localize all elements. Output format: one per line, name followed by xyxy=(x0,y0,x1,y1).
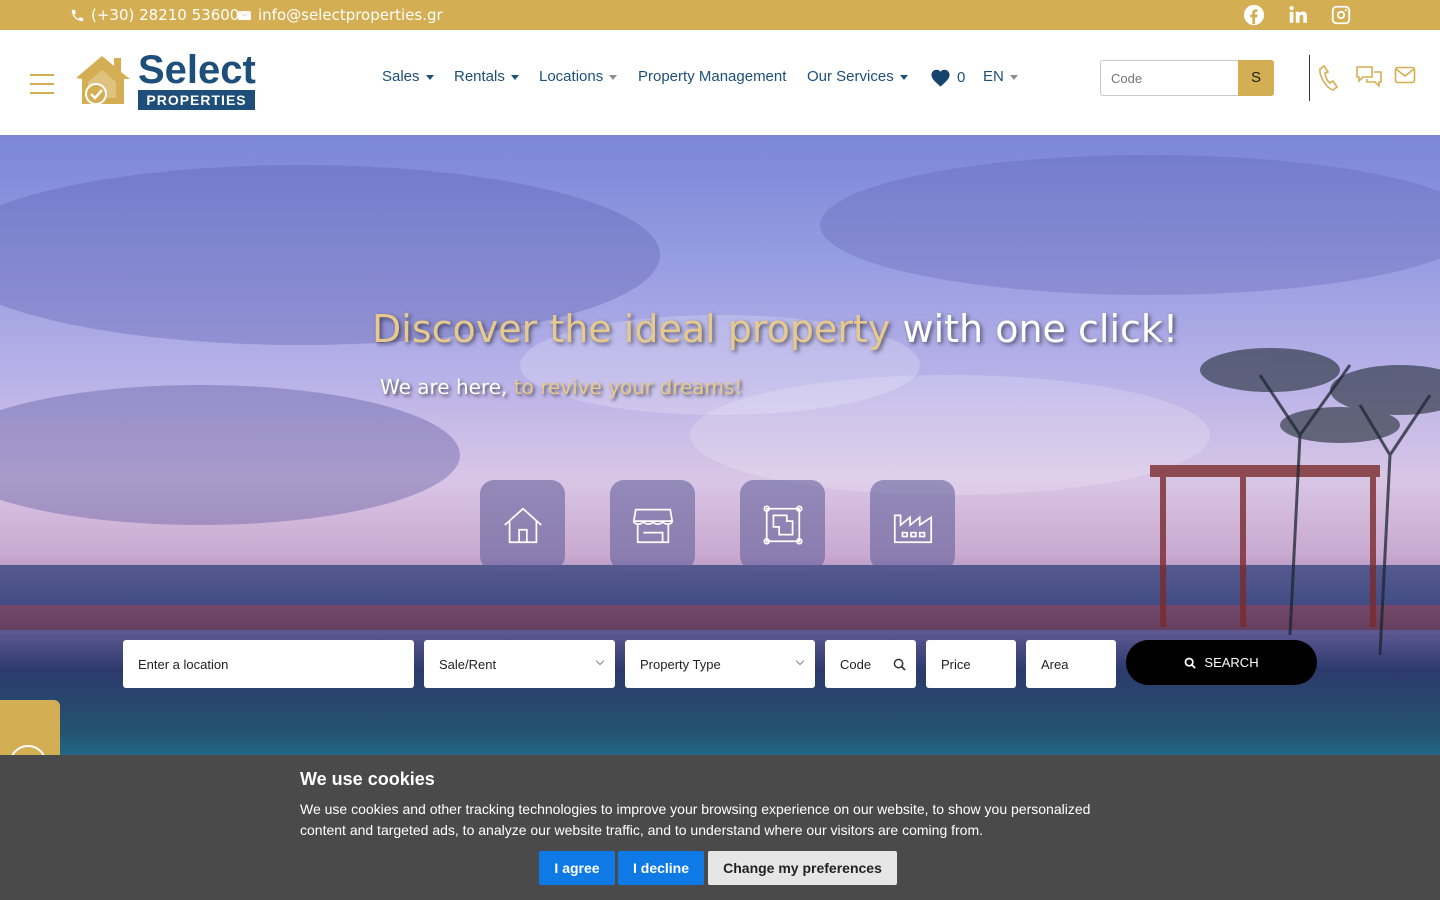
cookie-preferences-button[interactable]: Change my preferences xyxy=(708,851,897,885)
accessibility-icon xyxy=(9,745,47,783)
facebook-link[interactable] xyxy=(1243,4,1265,26)
code-input[interactable]: Code xyxy=(825,640,916,688)
select-properties-logo[interactable]: Select PROPERTIES xyxy=(74,48,258,112)
property-type-house-button[interactable] xyxy=(480,480,565,570)
favorites-button[interactable]: 0 xyxy=(930,68,965,87)
nav-locations[interactable]: Locations xyxy=(539,68,618,85)
nav-property-management[interactable]: Property Management xyxy=(638,68,786,85)
email-link[interactable]: info@selectproperties.gr xyxy=(237,0,443,30)
search-button[interactable]: SEARCH xyxy=(1126,640,1317,685)
nav-sales[interactable]: Sales xyxy=(382,68,434,85)
language-selector[interactable]: EN xyxy=(983,68,1018,85)
phone-link[interactable]: (+30) 28210 53600 xyxy=(70,0,239,30)
email-button[interactable] xyxy=(1394,64,1416,91)
favorites-count: 0 xyxy=(957,69,966,86)
chevron-down-icon xyxy=(595,656,605,666)
caret-down-icon xyxy=(425,74,434,80)
house-icon xyxy=(503,507,542,544)
sale-rent-value: Sale/Rent xyxy=(439,656,497,672)
header-code-search-input[interactable] xyxy=(1100,60,1238,96)
logo-subtitle: PROPERTIES xyxy=(138,90,255,110)
plot-icon xyxy=(762,505,803,545)
search-icon xyxy=(1185,657,1197,669)
email-address: info@selectproperties.gr xyxy=(258,6,443,24)
hero-subtitle: We are here, to revive your dreams! xyxy=(380,375,742,399)
sale-rent-select[interactable]: Sale/Rent xyxy=(424,640,615,688)
search-button-label: SEARCH xyxy=(1204,655,1259,670)
nav-sales-label: Sales xyxy=(382,68,420,85)
caret-down-icon xyxy=(899,74,908,80)
nav-locations-label: Locations xyxy=(539,68,604,85)
chat-button[interactable] xyxy=(1355,64,1383,95)
accessibility-tab[interactable] xyxy=(0,700,60,783)
chat-bubbles-icon xyxy=(1356,66,1382,88)
location-placeholder: Enter a location xyxy=(138,656,229,672)
area-input[interactable]: Area xyxy=(1026,640,1116,688)
phone-icon xyxy=(71,9,84,21)
linkedin-icon xyxy=(1289,6,1307,23)
phone-outline-icon xyxy=(1319,64,1339,91)
hero-subtitle-start: We are here, xyxy=(380,375,514,399)
hero-title: Discover the ideal property with one cli… xyxy=(372,307,1178,351)
chevron-down-icon xyxy=(795,656,805,666)
property-type-value: Property Type xyxy=(640,656,721,672)
envelope-outline-icon xyxy=(1394,66,1416,84)
cookie-agree-button[interactable]: I agree xyxy=(539,851,615,885)
cookie-consent-banner: We use cookies We use cookies and other … xyxy=(0,755,1440,900)
nav-our-services[interactable]: Our Services xyxy=(807,68,908,85)
property-type-industrial-button[interactable] xyxy=(870,480,955,570)
cookie-title: We use cookies xyxy=(300,769,435,789)
hero-title-highlight: Discover the ideal property xyxy=(372,307,903,351)
nav-rentals-label: Rentals xyxy=(454,68,505,85)
instagram-link[interactable] xyxy=(1330,4,1352,26)
hero-subtitle-highlight: to revive your dreams! xyxy=(513,375,743,399)
property-type-select[interactable]: Property Type xyxy=(625,640,815,688)
top-contact-bar: (+30) 28210 53600 info@selectproperties.… xyxy=(0,0,1440,30)
nav-property-management-label: Property Management xyxy=(638,68,787,85)
price-placeholder: Price xyxy=(941,656,971,672)
heart-icon xyxy=(931,69,950,87)
phone-number: (+30) 28210 53600 xyxy=(91,6,240,24)
hero-title-rest: with one click! xyxy=(902,307,1179,351)
header-code-search-button[interactable]: S xyxy=(1238,60,1274,96)
search-icon[interactable] xyxy=(893,658,906,671)
cookie-text: We use cookies and other tracking techno… xyxy=(300,801,1091,838)
area-placeholder: Area xyxy=(1041,656,1069,672)
factory-icon xyxy=(893,514,932,544)
nav-rentals[interactable]: Rentals xyxy=(454,68,519,85)
cookie-decline-button[interactable]: I decline xyxy=(618,851,704,885)
facebook-icon xyxy=(1243,4,1265,26)
logo-wordmark: Select xyxy=(138,48,256,92)
caret-down-icon xyxy=(609,74,618,80)
price-input[interactable]: Price xyxy=(926,640,1016,688)
nav-our-services-label: Our Services xyxy=(807,68,894,85)
location-input[interactable]: Enter a location xyxy=(123,640,414,688)
hamburger-menu-button[interactable] xyxy=(30,74,54,94)
code-placeholder: Code xyxy=(840,656,872,672)
property-type-land-button[interactable] xyxy=(740,480,825,570)
linkedin-link[interactable] xyxy=(1287,4,1309,26)
instagram-icon xyxy=(1331,5,1351,25)
caret-down-icon xyxy=(1009,74,1018,80)
envelope-icon xyxy=(238,10,251,20)
language-label: EN xyxy=(983,68,1004,85)
main-header: Select PROPERTIES Sales Rentals Location… xyxy=(0,30,1440,135)
store-icon xyxy=(632,508,673,544)
caret-down-icon xyxy=(510,74,519,80)
call-button[interactable] xyxy=(1318,64,1340,97)
header-divider xyxy=(1309,55,1310,101)
property-type-commercial-button[interactable] xyxy=(610,480,695,570)
